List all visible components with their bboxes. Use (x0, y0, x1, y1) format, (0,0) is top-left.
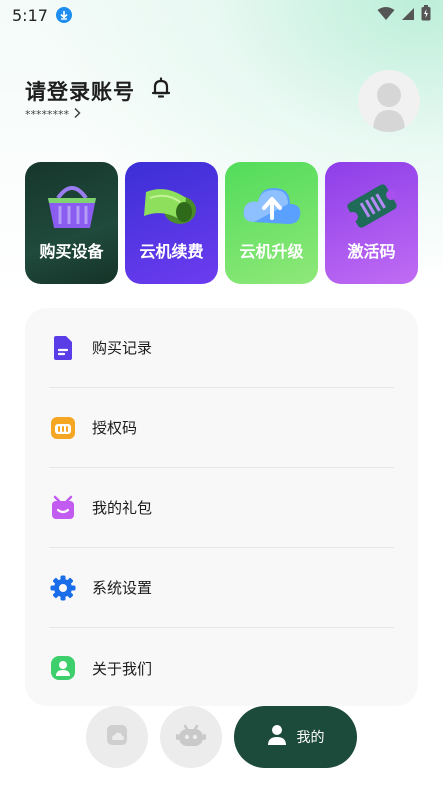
nav-home-button[interactable] (86, 706, 148, 768)
shopping-basket-icon (47, 186, 96, 228)
bell-icon[interactable] (149, 76, 173, 100)
feature-cards: 购买设备 云机续费 云机升级 激活码 (25, 162, 418, 284)
cloud-upgrade-icon (243, 188, 300, 224)
profile-header: 请登录账号 ******** (25, 70, 420, 140)
nav-mine-button[interactable]: 我的 (234, 706, 357, 768)
gift-icon (49, 494, 77, 522)
menu-label-my-gifts: 我的礼包 (92, 499, 153, 517)
upgrade-label: 云机升级 (239, 242, 304, 261)
buy-device-label: 购买设备 (39, 242, 104, 261)
user-badge-icon (49, 654, 77, 682)
account-masked: ******** (25, 108, 69, 121)
avatar-placeholder-icon (373, 83, 405, 132)
activation-code-card[interactable]: 激活码 (325, 162, 418, 284)
status-time: 5:17 (12, 5, 48, 25)
home-icon (106, 724, 128, 750)
signal-icon (401, 6, 415, 25)
cash-roll-icon (143, 189, 196, 224)
key-card-icon (49, 414, 77, 442)
activation-code-label: 激活码 (347, 242, 396, 261)
renew-label: 云机续费 (139, 242, 204, 261)
settings-menu: 购买记录 授权码 我的礼包 系统设置 关于我们 (25, 308, 418, 706)
status-bar: 5:17 (0, 0, 443, 30)
menu-item-auth-code[interactable]: 授权码 (49, 388, 394, 468)
menu-label-auth-code: 授权码 (92, 419, 138, 437)
menu-item-purchase-records[interactable]: 购买记录 (49, 308, 394, 388)
avatar[interactable] (358, 70, 420, 132)
wifi-icon (377, 6, 395, 25)
chevron-right-icon (73, 107, 81, 122)
menu-label-about-us: 关于我们 (92, 659, 153, 678)
account-row[interactable]: ******** (25, 107, 81, 122)
login-title[interactable]: 请登录账号 (25, 76, 135, 106)
menu-item-my-gifts[interactable]: 我的礼包 (49, 468, 394, 548)
user-icon (267, 724, 287, 750)
menu-label-purchase-records: 购买记录 (92, 339, 153, 357)
menu-label-system-settings: 系统设置 (92, 579, 153, 597)
renew-card[interactable]: 云机续费 (125, 162, 218, 284)
menu-item-about-us[interactable]: 关于我们 (49, 628, 394, 708)
menu-item-system-settings[interactable]: 系统设置 (49, 548, 394, 628)
upgrade-card[interactable]: 云机升级 (225, 162, 318, 284)
gear-icon (49, 574, 77, 602)
battery-icon (421, 5, 431, 25)
nav-robot-button[interactable] (160, 706, 222, 768)
bottom-nav: 我的 (0, 704, 443, 774)
nav-mine-label: 我的 (296, 730, 325, 746)
ticket-icon (346, 184, 397, 228)
robot-icon (176, 722, 206, 752)
download-icon (55, 7, 72, 23)
document-icon (49, 334, 77, 362)
buy-device-card[interactable]: 购买设备 (25, 162, 118, 284)
